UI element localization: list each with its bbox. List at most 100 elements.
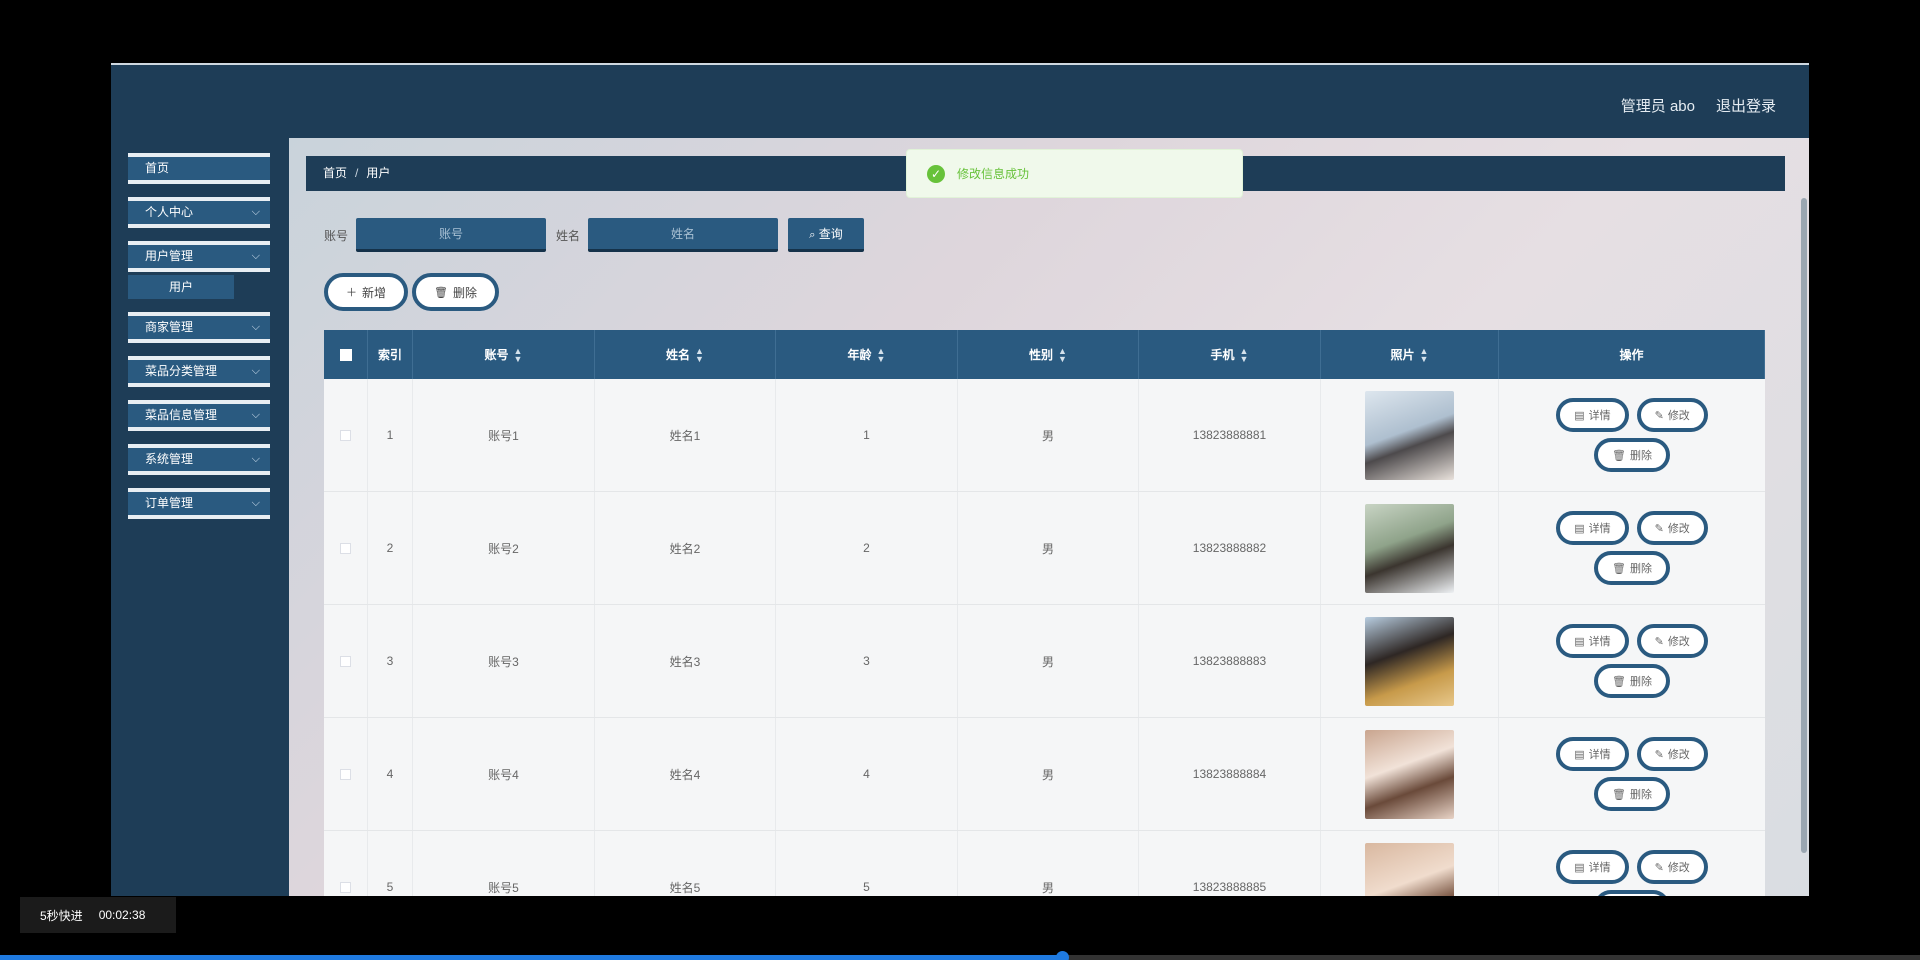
- cell-photo: [1321, 379, 1499, 491]
- delete-button[interactable]: 🗑删除: [1594, 551, 1670, 585]
- batch-delete-button[interactable]: 🗑 删除: [412, 273, 499, 311]
- cell-age: 1: [776, 379, 958, 491]
- row-checkbox[interactable]: [340, 768, 351, 780]
- header-age[interactable]: 年龄 ▲ ▼: [776, 330, 958, 379]
- sidebar-item-system-management[interactable]: 系统管理 ⌵: [128, 444, 270, 475]
- breadcrumb-separator: /: [355, 166, 359, 180]
- table-row: 3 账号3 姓名3 3 男 13823888883 ▤ 详情 ✎ 修改 🗑 删除: [324, 605, 1765, 718]
- detail-button[interactable]: ▤ 详情: [1556, 624, 1629, 658]
- progress-handle[interactable]: [1055, 951, 1069, 960]
- delete-button[interactable]: 🗑删除: [1594, 890, 1670, 896]
- sidebar-item-personal-center[interactable]: 个人中心 ⌵: [128, 197, 270, 228]
- cell-gender: 男: [958, 605, 1139, 717]
- plus-icon: ＋: [346, 287, 357, 299]
- header-photo[interactable]: 照片 ▲ ▼: [1321, 330, 1499, 379]
- cell-age: 2: [776, 492, 958, 604]
- sidebar-item-dish-info-management[interactable]: 菜品信息管理 ⌵: [128, 400, 270, 431]
- sort-icon[interactable]: ▲ ▼: [1420, 346, 1429, 363]
- user-photo[interactable]: [1365, 503, 1454, 593]
- fast-forward-label: 5秒快进: [40, 908, 83, 923]
- document-icon: ▤: [1574, 522, 1585, 535]
- delete-button[interactable]: 🗑删除: [1594, 777, 1670, 811]
- edit-button[interactable]: ✎ 修改: [1636, 737, 1708, 771]
- cell-gender: 男: [958, 831, 1139, 896]
- pencil-icon: ✎: [1654, 635, 1664, 648]
- logout-link[interactable]: 退出登录: [1716, 95, 1776, 116]
- delete-button[interactable]: 🗑删除: [1594, 664, 1670, 698]
- row-checkbox[interactable]: [340, 542, 351, 554]
- cell-photo: [1321, 605, 1499, 717]
- row-select-cell: [324, 831, 368, 896]
- check-circle-icon: ✓: [927, 164, 945, 183]
- document-icon: ▤: [1574, 748, 1585, 761]
- cell-photo: [1321, 831, 1499, 896]
- cell-account: 账号5: [413, 831, 595, 896]
- table-header: 索引 账号 ▲ ▼ 姓名 ▲ ▼ 年龄 ▲ ▼ 性别 ▲ ▼ 手机 ▲ ▼ 照片 ▲ ▼ 操作: [324, 330, 1765, 379]
- cell-index: 4: [368, 718, 413, 830]
- row-checkbox[interactable]: [340, 429, 351, 441]
- edit-button[interactable]: ✎ 修改: [1636, 511, 1708, 545]
- chevron-down-icon: ⌵: [251, 206, 260, 218]
- cell-phone: 13823888885: [1139, 831, 1321, 896]
- sort-icon[interactable]: ▲ ▼: [1240, 346, 1249, 363]
- sidebar-item-merchant-management[interactable]: 商家管理 ⌵: [128, 312, 270, 343]
- chevron-down-icon: ⌵: [251, 365, 260, 377]
- header-account[interactable]: 账号 ▲ ▼: [413, 330, 595, 379]
- user-photo[interactable]: [1365, 616, 1454, 706]
- sidebar-subitem-user[interactable]: 用户: [128, 275, 234, 299]
- name-label: 姓名: [556, 228, 581, 243]
- player-overlay: 5秒快进 00:02:38: [20, 897, 176, 933]
- header-name[interactable]: 姓名 ▲ ▼: [595, 330, 776, 379]
- sidebar-item-user-management[interactable]: 用户管理 ⌵: [128, 241, 270, 272]
- main-content: 首页/用户 账号 姓名 ⌕ 查询 ＋新增 🗑删除 索引 账号▲▼ 姓名▲▼ 年龄…: [289, 138, 1809, 896]
- detail-button[interactable]: ▤ 详情: [1556, 850, 1629, 884]
- user-photo[interactable]: [1365, 390, 1454, 480]
- edit-button[interactable]: ✎ 修改: [1636, 398, 1708, 432]
- trash-icon: 🗑: [434, 286, 448, 299]
- sort-icon[interactable]: ▲ ▼: [695, 346, 704, 363]
- cell-gender: 男: [958, 492, 1139, 604]
- detail-button[interactable]: ▤ 详情: [1556, 511, 1629, 545]
- name-search-input[interactable]: [588, 218, 779, 252]
- add-button[interactable]: ＋新增: [324, 273, 409, 311]
- table-body: 1 账号1 姓名1 1 男 13823888881 ▤ 详情 ✎ 修改 🗑 删除 2 …: [324, 379, 1765, 896]
- trash-icon: 🗑: [1612, 449, 1626, 462]
- detail-button[interactable]: ▤ 详情: [1556, 737, 1629, 771]
- sidebar-item-order-management[interactable]: 订单管理 ⌵: [128, 488, 270, 519]
- edit-button[interactable]: ✎ 修改: [1636, 850, 1708, 884]
- query-button[interactable]: ⌕ 查询: [788, 218, 865, 252]
- sidebar-item-home[interactable]: 首页: [128, 153, 270, 184]
- cell-name: 姓名3: [595, 605, 776, 717]
- cell-gender: 男: [958, 718, 1139, 830]
- row-checkbox[interactable]: [340, 655, 351, 667]
- app-window: 管理员 abo 退出登录 首页 个人中心 ⌵ 用户管理 ⌵ 用户 商家管理 ⌵ 菜品分…: [111, 63, 1809, 896]
- sort-icon[interactable]: ▲ ▼: [1058, 346, 1067, 363]
- document-icon: ▤: [1574, 861, 1585, 874]
- sort-icon[interactable]: ▲ ▼: [514, 346, 523, 363]
- account-search-input[interactable]: [356, 218, 547, 252]
- pencil-icon: ✎: [1654, 409, 1664, 422]
- chevron-down-icon: ⌵: [251, 453, 260, 465]
- search-icon: ⌕: [809, 229, 816, 241]
- progress-fill: [0, 955, 1062, 960]
- delete-button[interactable]: 🗑删除: [1594, 438, 1670, 472]
- header-gender[interactable]: 性别 ▲ ▼: [958, 330, 1139, 379]
- breadcrumb-home[interactable]: 首页: [323, 166, 347, 180]
- row-select-cell: [324, 605, 368, 717]
- sort-icon[interactable]: ▲ ▼: [877, 346, 886, 363]
- select-all-checkbox[interactable]: [339, 348, 352, 361]
- vertical-scrollbar[interactable]: [1801, 198, 1807, 853]
- edit-button[interactable]: ✎ 修改: [1636, 624, 1708, 658]
- sidebar-item-dish-category-management[interactable]: 菜品分类管理 ⌵: [128, 356, 270, 387]
- detail-button[interactable]: ▤ 详情: [1556, 398, 1629, 432]
- row-select-cell: [324, 718, 368, 830]
- header-phone[interactable]: 手机 ▲ ▼: [1139, 330, 1321, 379]
- pencil-icon: ✎: [1654, 748, 1664, 761]
- user-photo[interactable]: [1365, 842, 1454, 896]
- row-checkbox[interactable]: [340, 881, 351, 893]
- cell-name: 姓名5: [595, 831, 776, 896]
- video-progress-bar[interactable]: [0, 951, 1920, 960]
- user-photo[interactable]: [1365, 729, 1454, 819]
- cell-actions: ▤详情 ✎修改 🗑删除: [1499, 492, 1765, 604]
- sidebar: 首页 个人中心 ⌵ 用户管理 ⌵ 用户 商家管理 ⌵ 菜品分类管理 ⌵ 菜品信息管理 ⌵ …: [128, 153, 270, 532]
